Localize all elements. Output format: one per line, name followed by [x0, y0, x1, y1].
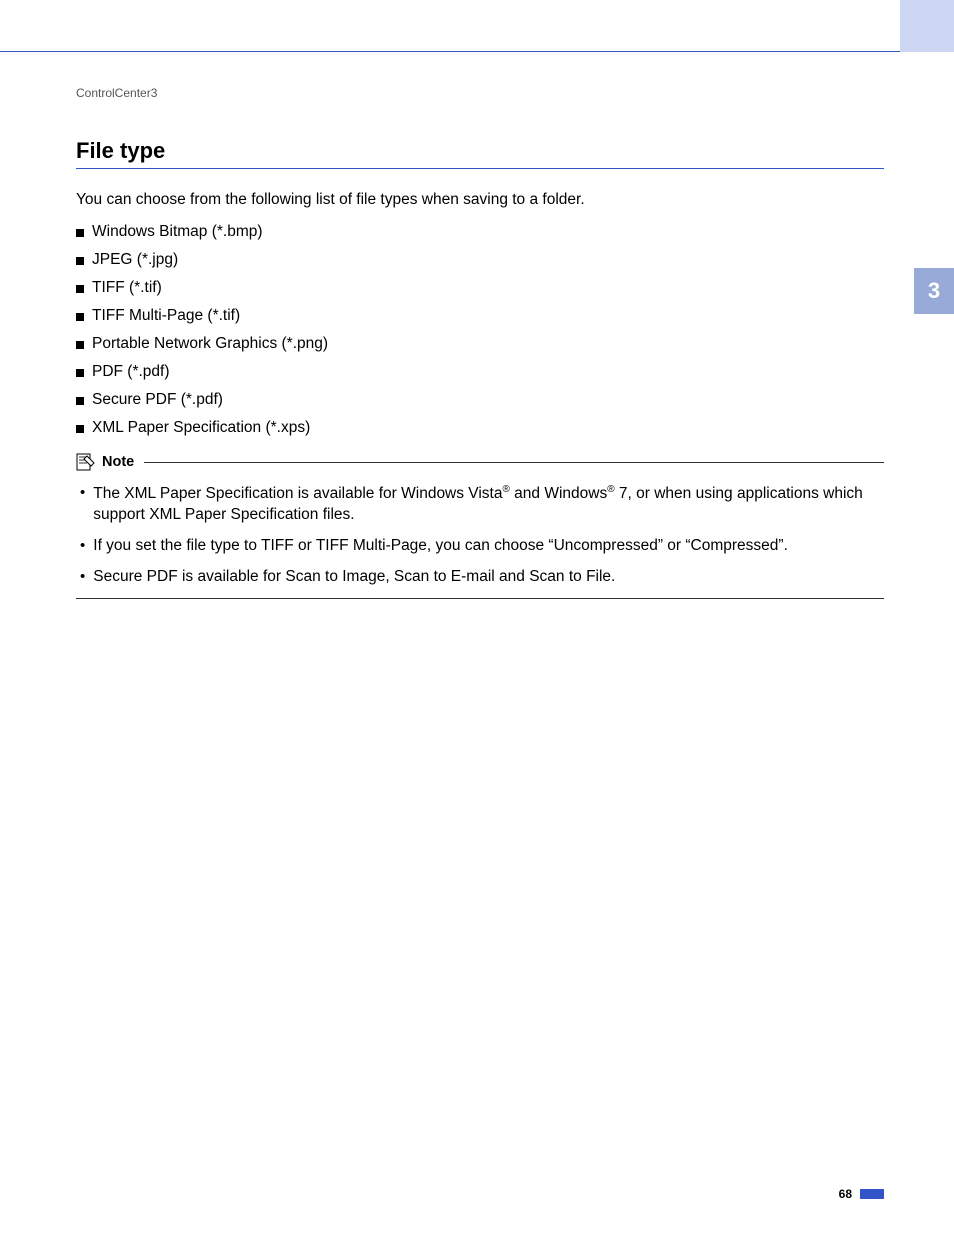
- note-text: If you set the file type to TIFF or TIFF…: [93, 536, 884, 557]
- dot-bullet-icon: •: [80, 567, 85, 587]
- list-item-text: Secure PDF (*.pdf): [92, 391, 223, 409]
- list-item: PDF (*.pdf): [76, 363, 884, 381]
- list-item-text: JPEG (*.jpg): [92, 251, 178, 269]
- list-item-text: TIFF Multi-Page (*.tif): [92, 307, 240, 325]
- note-close-divider: [76, 598, 884, 599]
- list-item: Windows Bitmap (*.bmp): [76, 223, 884, 241]
- square-bullet-icon: [76, 285, 84, 293]
- chapter-tab: 3: [914, 268, 954, 314]
- intro-text: You can choose from the following list o…: [76, 191, 884, 209]
- list-item: JPEG (*.jpg): [76, 251, 884, 269]
- note-item: • Secure PDF is available for Scan to Im…: [76, 567, 884, 588]
- note-item: • If you set the file type to TIFF or TI…: [76, 536, 884, 557]
- page-bar-accent: [860, 1189, 884, 1199]
- breadcrumb: ControlCenter3: [76, 86, 884, 100]
- note-label: Note: [102, 454, 134, 470]
- list-item-text: Windows Bitmap (*.bmp): [92, 223, 263, 241]
- dot-bullet-icon: •: [80, 536, 85, 556]
- list-item: TIFF Multi-Page (*.tif): [76, 307, 884, 325]
- list-item: XML Paper Specification (*.xps): [76, 419, 884, 437]
- note-divider: [144, 462, 884, 463]
- square-bullet-icon: [76, 257, 84, 265]
- note-header: Note: [76, 453, 884, 471]
- list-item-text: XML Paper Specification (*.xps): [92, 419, 310, 437]
- note-item: • The XML Paper Specification is availab…: [76, 483, 884, 526]
- page-number: 68: [839, 1187, 852, 1201]
- square-bullet-icon: [76, 369, 84, 377]
- list-item: TIFF (*.tif): [76, 279, 884, 297]
- list-item: Secure PDF (*.pdf): [76, 391, 884, 409]
- note-icon: [76, 453, 96, 471]
- list-item-text: TIFF (*.tif): [92, 279, 162, 297]
- list-item-text: Portable Network Graphics (*.png): [92, 335, 328, 353]
- page-footer: 68: [839, 1187, 884, 1201]
- square-bullet-icon: [76, 425, 84, 433]
- list-item: Portable Network Graphics (*.png): [76, 335, 884, 353]
- section-heading: File type: [76, 138, 884, 169]
- list-item-text: PDF (*.pdf): [92, 363, 170, 381]
- note-list: • The XML Paper Specification is availab…: [76, 483, 884, 588]
- square-bullet-icon: [76, 397, 84, 405]
- file-type-list: Windows Bitmap (*.bmp) JPEG (*.jpg) TIFF…: [76, 223, 884, 437]
- square-bullet-icon: [76, 341, 84, 349]
- note-text: The XML Paper Specification is available…: [93, 483, 884, 526]
- square-bullet-icon: [76, 313, 84, 321]
- note-text: Secure PDF is available for Scan to Imag…: [93, 567, 884, 588]
- page-content: ControlCenter3 File type You can choose …: [0, 52, 954, 599]
- dot-bullet-icon: •: [80, 483, 85, 503]
- top-bar: [0, 0, 954, 52]
- square-bullet-icon: [76, 229, 84, 237]
